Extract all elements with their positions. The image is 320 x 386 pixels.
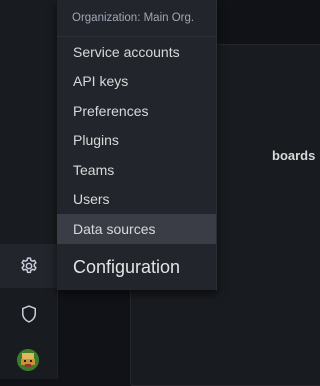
menu-list: Service accounts API keys Preferences Pl… xyxy=(57,37,216,244)
menu-item-teams[interactable]: Teams xyxy=(57,155,216,185)
menu-item-api-keys[interactable]: API keys xyxy=(57,67,216,97)
menu-item-plugins[interactable]: Plugins xyxy=(57,126,216,156)
menu-header: Organization: Main Org. xyxy=(57,0,216,37)
menu-title[interactable]: Configuration xyxy=(57,244,216,290)
configuration-menu: Organization: Main Org. Service accounts… xyxy=(57,0,217,290)
avatar-image xyxy=(17,349,39,371)
shield-icon xyxy=(21,305,36,323)
menu-item-service-accounts[interactable]: Service accounts xyxy=(57,37,216,67)
menu-item-users[interactable]: Users xyxy=(57,185,216,215)
configuration-nav-item[interactable] xyxy=(0,244,57,288)
menu-item-preferences[interactable]: Preferences xyxy=(57,96,216,126)
panel-text: boards xyxy=(272,148,316,163)
avatar[interactable] xyxy=(17,349,39,371)
sidebar xyxy=(0,0,58,379)
menu-item-data-sources[interactable]: Data sources xyxy=(57,214,216,244)
server-admin-nav-item[interactable] xyxy=(0,292,57,336)
gear-icon xyxy=(20,257,37,274)
